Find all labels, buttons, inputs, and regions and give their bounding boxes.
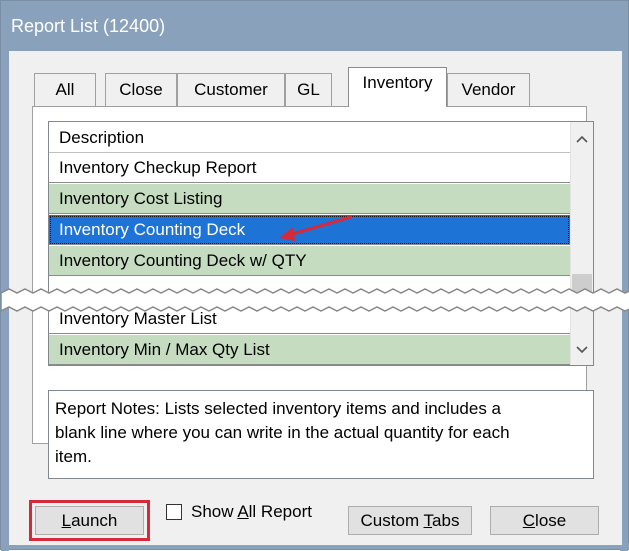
torn-edge-divider: [1, 288, 629, 312]
list-item-label: Inventory Counting Deck w/ QTY: [59, 251, 307, 270]
tab-close[interactable]: Close: [105, 73, 177, 106]
tab-all[interactable]: All: [34, 73, 96, 106]
custom-tabs-button[interactable]: Custom Tabs: [348, 506, 472, 535]
arrow-icon: [279, 215, 352, 241]
launch-button[interactable]: Launch: [35, 506, 144, 535]
show-all-report-checkbox[interactable]: [166, 504, 182, 520]
button-label: lose: [535, 511, 567, 530]
accelerator-key: A: [237, 502, 249, 521]
accelerator-key: C: [522, 511, 536, 530]
report-list-window: Report List (12400) All Close Customer G…: [0, 0, 629, 551]
list-item[interactable]: Inventory Cost Listing: [49, 184, 570, 214]
tab-label: Close: [119, 80, 163, 99]
show-all-report-label[interactable]: Show All Report: [191, 502, 312, 522]
list-item-label: Inventory Checkup Report: [59, 158, 257, 177]
label-text: ll Report: [248, 502, 312, 521]
tab-customer[interactable]: Customer: [177, 73, 285, 106]
label-text: Show: [191, 502, 238, 521]
column-header-description[interactable]: Description: [49, 122, 570, 153]
report-notes: Report Notes: Lists selected inventory i…: [48, 390, 594, 479]
close-button[interactable]: Close: [490, 506, 599, 535]
notes-line: item.: [55, 447, 92, 466]
notes-line: Report Notes: Lists selected inventory i…: [55, 399, 502, 418]
list-item[interactable]: Inventory Checkup Report: [49, 153, 570, 183]
list-item-label: Inventory Counting Deck: [59, 220, 246, 239]
tab-label: GL: [297, 80, 320, 99]
tab-inventory[interactable]: Inventory: [348, 67, 447, 107]
tab-vendor[interactable]: Vendor: [447, 73, 530, 106]
tab-label: All: [55, 80, 75, 99]
vertical-scrollbar[interactable]: [570, 122, 593, 365]
notes-line: blank line where you can write in the ac…: [55, 423, 510, 442]
title-bar: Report List (12400): [1, 1, 628, 51]
accelerator-key: T: [423, 511, 433, 530]
column-header-label: Description: [59, 128, 145, 147]
window-title: Report List (12400): [11, 16, 166, 36]
tab-label: Inventory: [362, 73, 433, 92]
chevron-up-icon[interactable]: [571, 128, 593, 150]
tab-gl[interactable]: GL: [285, 73, 332, 106]
tab-label: Vendor: [461, 80, 516, 99]
button-label: Custom: [360, 511, 424, 530]
chevron-down-icon[interactable]: [571, 339, 593, 361]
list-item-label: Inventory Min / Max Qty List: [59, 340, 270, 359]
accelerator-key: L: [61, 511, 72, 530]
button-label: abs: [432, 511, 460, 530]
list-item[interactable]: Inventory Min / Max Qty List: [49, 335, 570, 365]
tab-label: Customer: [194, 80, 268, 99]
button-label: aunch: [71, 511, 118, 530]
list-item-label: Inventory Cost Listing: [59, 189, 223, 208]
